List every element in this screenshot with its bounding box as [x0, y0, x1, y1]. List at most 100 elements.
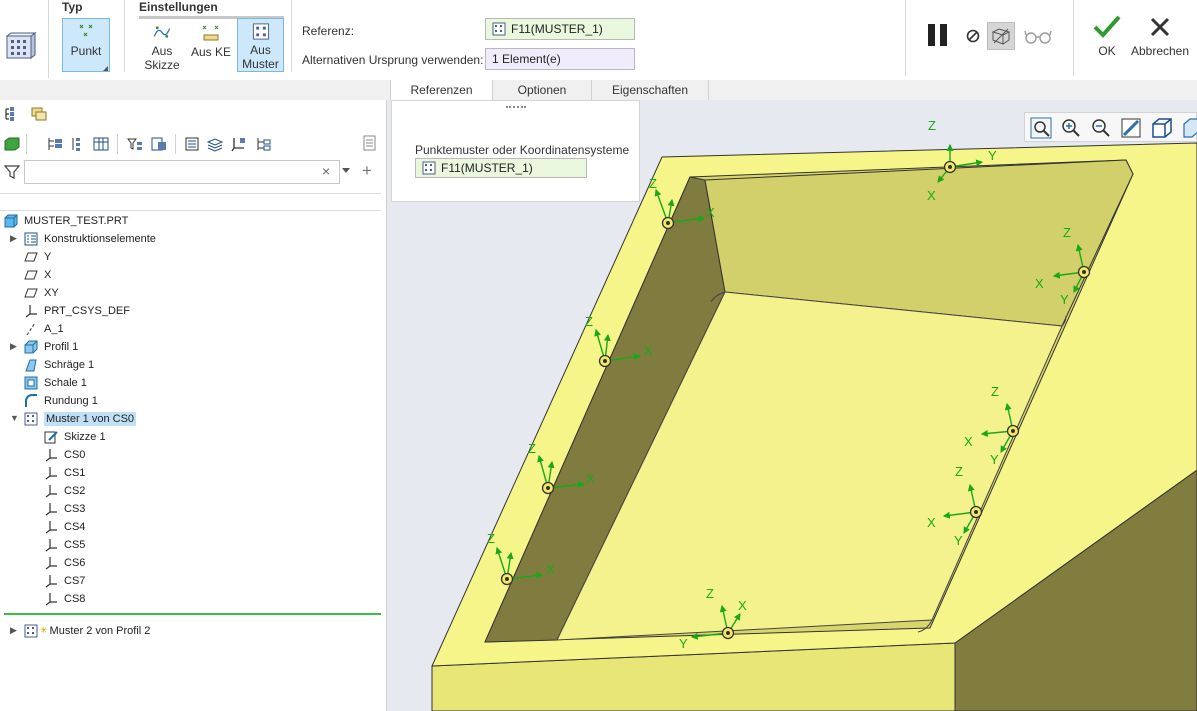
- tree-item[interactable]: X: [24, 266, 51, 283]
- tree-child-item[interactable]: CS0: [44, 446, 85, 463]
- cancel-label: Abbrechen: [1130, 44, 1190, 58]
- part-cube-icon[interactable]: [3, 136, 21, 152]
- no-preview-icon[interactable]: [965, 28, 981, 44]
- tree-item[interactable]: Schale 1: [24, 374, 87, 391]
- model-tree-tab-icon[interactable]: [3, 106, 21, 122]
- tree-child-item[interactable]: CS7: [44, 572, 85, 589]
- panel-grip[interactable]: [506, 106, 526, 109]
- expand-arrow-icon[interactable]: ▶: [10, 233, 17, 244]
- tree-child-item[interactable]: CS1: [44, 464, 85, 481]
- structure-icon[interactable]: [254, 136, 272, 152]
- tree-item[interactable]: Konstruktionselemente: [24, 230, 156, 247]
- referenz-field[interactable]: F11(MUSTER_1): [485, 18, 635, 40]
- close-icon: [1150, 17, 1170, 37]
- geometry-preview-icon: [991, 28, 1011, 45]
- referenz-value: F11(MUSTER_1): [511, 22, 603, 36]
- tree-item[interactable]: Profil 1: [24, 338, 78, 355]
- zoom-fit-icon[interactable]: [1030, 117, 1052, 139]
- collapse-arrow-icon[interactable]: ▼: [10, 413, 19, 423]
- toolbar-separator: [175, 134, 176, 154]
- expand-arrow-icon[interactable]: ▶: [10, 341, 17, 352]
- aus-muster-button[interactable]: Aus Muster: [237, 18, 284, 72]
- axis-label-x: X: [927, 515, 936, 530]
- datum-plane-icon: [24, 288, 38, 297]
- tree-item[interactable]: XY: [24, 284, 59, 301]
- saved-views-icon[interactable]: [1150, 116, 1174, 140]
- settings-document-icon[interactable]: [361, 135, 379, 151]
- zoom-out-icon[interactable]: [1090, 117, 1112, 139]
- dropdown-corner-icon[interactable]: [103, 66, 108, 71]
- axis-label-z: Z: [487, 531, 495, 546]
- tree-item[interactable]: Schräge 1: [24, 356, 94, 373]
- axis-label-y: Y: [1060, 292, 1069, 307]
- part-icon: [4, 214, 18, 227]
- tree-item-label: PRT_CSYS_DEF: [44, 304, 130, 317]
- tree-child-item[interactable]: CS2: [44, 482, 85, 499]
- references-panel-field[interactable]: F11(MUSTER_1): [415, 158, 587, 178]
- tree-item-pattern2[interactable]: ✳ Muster 2 von Profil 2: [24, 622, 150, 639]
- tree-search-input[interactable]: [24, 160, 340, 184]
- tree-child-item[interactable]: Skizze 1: [44, 428, 106, 445]
- axis-label-z: Z: [955, 464, 963, 479]
- tree-item[interactable]: PRT_CSYS_DEF: [24, 302, 130, 319]
- tree-item[interactable]: Rundung 1: [24, 392, 98, 409]
- tree-child-item[interactable]: CS3: [44, 500, 85, 517]
- tree-root[interactable]: MUSTER_TEST.PRT: [4, 212, 128, 229]
- axis-label-y: Y: [679, 636, 688, 651]
- tab-referenzen[interactable]: Referenzen: [390, 80, 493, 100]
- ok-button[interactable]: OK: [1090, 14, 1124, 64]
- tree-child-item[interactable]: CS8: [44, 590, 85, 607]
- alt-origin-field[interactable]: 1 Element(e): [485, 48, 635, 70]
- ribbon-separator: [905, 0, 906, 76]
- filter-icon[interactable]: [4, 164, 20, 180]
- tree-settings-icon[interactable]: [150, 136, 168, 152]
- axis-label-y: Y: [988, 148, 997, 163]
- ribbon: Typ Punkt Einstellungen Aus Skizze Aus K…: [0, 0, 1197, 80]
- tree-child-item[interactable]: CS6: [44, 554, 85, 571]
- punkt-button[interactable]: Punkt: [62, 18, 110, 72]
- aus-ke-button[interactable]: Aus KE: [188, 20, 234, 72]
- tree-filter-icon[interactable]: [126, 136, 144, 152]
- tree-expand-icon[interactable]: [46, 136, 64, 152]
- feature-points-icon: [202, 25, 219, 41]
- axis-label-z: Z: [991, 384, 999, 399]
- csys-icon: [25, 304, 37, 317]
- tree-item-label: CS6: [64, 556, 86, 569]
- tree-item[interactable]: Muster 1 von CS0: [24, 410, 137, 427]
- expand-arrow-icon[interactable]: ▶: [10, 625, 17, 636]
- preview-toggle-button[interactable]: [987, 22, 1015, 50]
- layers-icon[interactable]: [206, 136, 224, 152]
- references-panel-value: F11(MUSTER_1): [441, 161, 533, 175]
- insert-here-indicator[interactable]: [4, 613, 381, 615]
- glasses-icon[interactable]: [1024, 28, 1052, 46]
- layer-tree-tab-icon[interactable]: [30, 106, 48, 122]
- tab-optionen[interactable]: Optionen: [493, 80, 591, 100]
- tree-item[interactable]: Y: [24, 248, 51, 265]
- show-columns-icon[interactable]: [184, 136, 202, 152]
- add-filter-icon[interactable]: +: [362, 161, 372, 181]
- view-toolbar: [1024, 112, 1197, 142]
- chevron-down-icon[interactable]: [342, 168, 350, 173]
- tree-item-label: CS0: [64, 448, 86, 461]
- csys-tree-icon[interactable]: [230, 136, 248, 152]
- csys-icon: [45, 556, 57, 569]
- aus-skizze-button[interactable]: Aus Skizze: [140, 20, 184, 72]
- sketch-pattern-icon: [153, 26, 171, 38]
- csys-icon: [45, 484, 57, 497]
- axis-label-z: Z: [528, 441, 536, 456]
- tree-item-label: X: [44, 268, 52, 281]
- tree-collapse-icon[interactable]: [68, 136, 86, 152]
- cancel-button[interactable]: Abbrechen: [1128, 14, 1192, 64]
- tree-child-item[interactable]: CS4: [44, 518, 85, 535]
- tree-item[interactable]: A_1: [24, 320, 64, 337]
- tree-child-item[interactable]: CS5: [44, 536, 85, 553]
- zoom-in-icon[interactable]: [1060, 117, 1082, 139]
- tab-eigenschaften[interactable]: Eigenschaften: [591, 80, 709, 100]
- repaint-icon[interactable]: [1120, 117, 1142, 139]
- tree-item-label: CS5: [64, 538, 86, 551]
- pause-icon[interactable]: [925, 22, 951, 48]
- display-style-icon[interactable]: [1180, 116, 1197, 140]
- clear-search-icon[interactable]: ×: [322, 163, 330, 179]
- round-icon: [25, 393, 37, 407]
- tree-columns-icon[interactable]: [92, 136, 110, 152]
